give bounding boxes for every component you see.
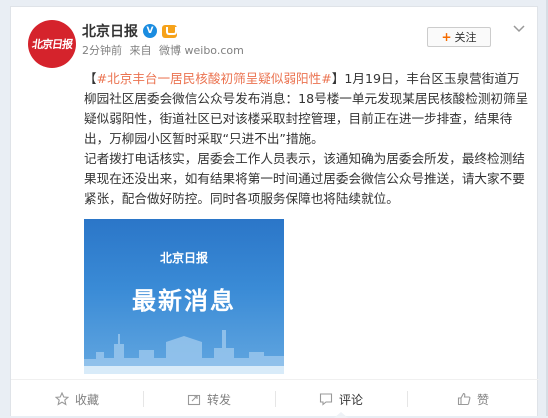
image-logo-text: 北京日报 [159, 251, 208, 265]
repost-label: 转发 [206, 392, 231, 407]
chevron-down-icon[interactable] [513, 22, 525, 36]
post-text: 【#北京丰台一居民核酸初筛呈疑似弱阳性#】1月19日，丰台区玉泉营街道万柳园社区… [84, 69, 530, 209]
comment-icon [319, 393, 333, 406]
plus-icon: + [441, 30, 452, 44]
like-label: 赞 [476, 392, 489, 407]
author-row: 北京日报 V [82, 21, 177, 41]
action-bar: 收藏 转发 评论 赞 [11, 379, 539, 418]
post-meta: 2分钟前 来自 微博 weibo.com [82, 42, 248, 58]
topic-link[interactable]: #北京丰台一居民核酸初筛呈疑似弱阳性# [97, 71, 332, 86]
weibo-post-card: 北京日报 北京日报 V 2分钟前 来自 微博 weibo.com + 关注 【#… [10, 6, 539, 418]
post-time[interactable]: 2分钟前 [82, 44, 122, 57]
comment-label: 评论 [338, 392, 363, 407]
topic-bracket-close: 】 [331, 71, 345, 86]
post-source-prefix: 来自 [129, 44, 152, 57]
follow-label: 关注 [454, 31, 477, 44]
follow-button[interactable]: + 关注 [427, 27, 491, 47]
author-name[interactable]: 北京日报 [82, 21, 138, 41]
vip-icon [162, 24, 177, 38]
skyline-graphic [84, 330, 284, 374]
like-button[interactable]: 赞 [407, 380, 539, 418]
repost-button[interactable]: 转发 [143, 380, 275, 418]
share-icon [187, 394, 201, 406]
favorite-label: 收藏 [74, 392, 99, 407]
avatar[interactable]: 北京日报 [28, 20, 76, 68]
topic-bracket-open: 【 [84, 71, 97, 86]
post-paragraph-1: 【#北京丰台一居民核酸初筛呈疑似弱阳性#】1月19日，丰台区玉泉营街道万柳园社区… [84, 69, 530, 149]
post-image[interactable]: 北京日报 最新消息 [84, 219, 284, 374]
thumbs-up-icon [457, 392, 471, 406]
avatar-logo-text: 北京日报 [31, 38, 73, 51]
comment-button[interactable]: 评论 [275, 380, 407, 418]
star-icon [54, 392, 69, 406]
favorite-button[interactable]: 收藏 [11, 380, 143, 418]
image-title: 最新消息 [132, 287, 236, 315]
verified-icon: V [143, 24, 157, 38]
post-source[interactable]: 微博 weibo.com [159, 44, 244, 57]
post-paragraph-2: 记者拨打电话核实，居委会工作人员表示，该通知确为居委会所发，最终检测结果现在还没… [84, 151, 525, 206]
